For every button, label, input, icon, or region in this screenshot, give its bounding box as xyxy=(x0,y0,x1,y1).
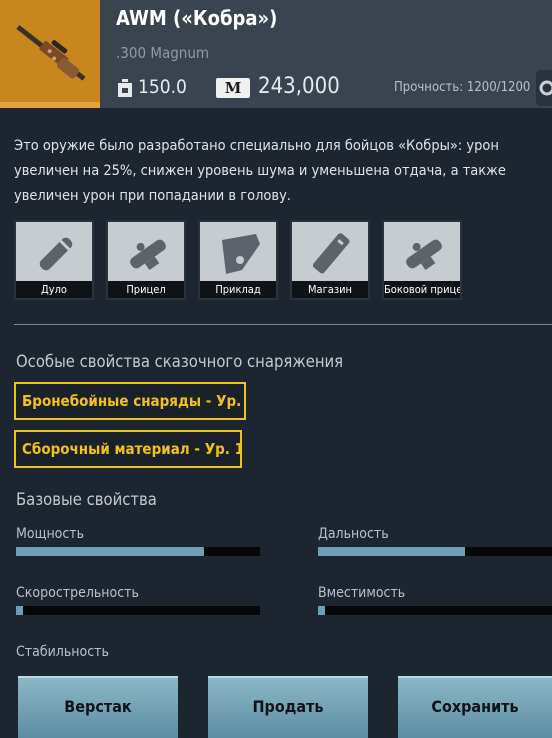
item-header: AWM («Кобра») .300 Magnum 150.0 M 243,00… xyxy=(0,0,552,108)
stat-label-fire-rate: Скорострельность xyxy=(16,585,139,601)
stock-icon xyxy=(222,234,260,274)
attachment-label: Приклад xyxy=(200,281,276,298)
item-caliber: .300 Magnum xyxy=(116,44,210,62)
stat-label-capacity: Вместимость xyxy=(318,585,406,601)
stat-label-power: Мощность xyxy=(16,526,85,542)
muzzle-icon xyxy=(39,237,73,271)
attachment-slot-magazine[interactable]: Магазин xyxy=(290,220,370,300)
item-weight: 150.0 xyxy=(138,76,187,98)
stat-label-stability: Стабильность xyxy=(16,644,109,660)
stat-bar-capacity xyxy=(318,606,552,615)
stat-bar-fire-rate xyxy=(16,606,260,615)
item-durability: Прочность: 1200/1200 xyxy=(394,80,531,95)
weight-icon xyxy=(118,79,132,97)
sell-button[interactable]: Продать xyxy=(208,676,368,738)
rifle-icon xyxy=(16,24,86,81)
legendary-section-title: Особые свойства сказочного снаряжения xyxy=(16,352,344,371)
attachment-label: Магазин xyxy=(292,281,368,298)
attachment-slot-muzzle[interactable]: Дуло xyxy=(14,220,94,300)
attachment-slot-side-scope[interactable]: Боковой прицел xyxy=(382,220,462,300)
stat-fill xyxy=(318,547,466,556)
side-scope-icon xyxy=(406,239,442,271)
legendary-perk-assembly-material[interactable]: Сборочный материал - Ур. 1 xyxy=(14,430,242,468)
stat-fill xyxy=(318,606,326,615)
stat-bar-range xyxy=(318,547,552,556)
stat-label-range: Дальность xyxy=(318,526,389,542)
settings-button[interactable] xyxy=(536,70,552,106)
stat-bar-power xyxy=(16,547,260,556)
magazine-icon xyxy=(312,233,350,274)
attachment-slot-stock[interactable]: Приклад xyxy=(198,220,278,300)
money-icon: M xyxy=(216,78,250,98)
item-price: 243,000 xyxy=(258,74,340,99)
item-description: Это оружие было разработано специально д… xyxy=(14,138,506,204)
rarity-bar xyxy=(0,102,100,108)
legendary-perk-armor-piercing[interactable]: Бронебойные снаряды - Ур. 1 xyxy=(14,382,246,420)
section-divider xyxy=(14,324,552,325)
attachment-slot-scope[interactable]: Прицел xyxy=(106,220,186,300)
base-stats-title: Базовые свойства xyxy=(16,490,157,509)
weapon-thumbnail xyxy=(0,0,100,108)
workbench-button[interactable]: Верстак xyxy=(18,676,178,738)
attachment-label: Прицел xyxy=(108,281,184,298)
gear-icon xyxy=(539,80,552,96)
stat-fill xyxy=(16,606,24,615)
attachment-label: Боковой прицел xyxy=(384,281,460,298)
scope-icon xyxy=(130,239,166,271)
stat-fill xyxy=(16,547,204,556)
save-button[interactable]: Сохранить xyxy=(398,676,552,738)
item-title: AWM («Кобра») xyxy=(116,6,278,30)
attachment-label: Дуло xyxy=(16,281,92,298)
